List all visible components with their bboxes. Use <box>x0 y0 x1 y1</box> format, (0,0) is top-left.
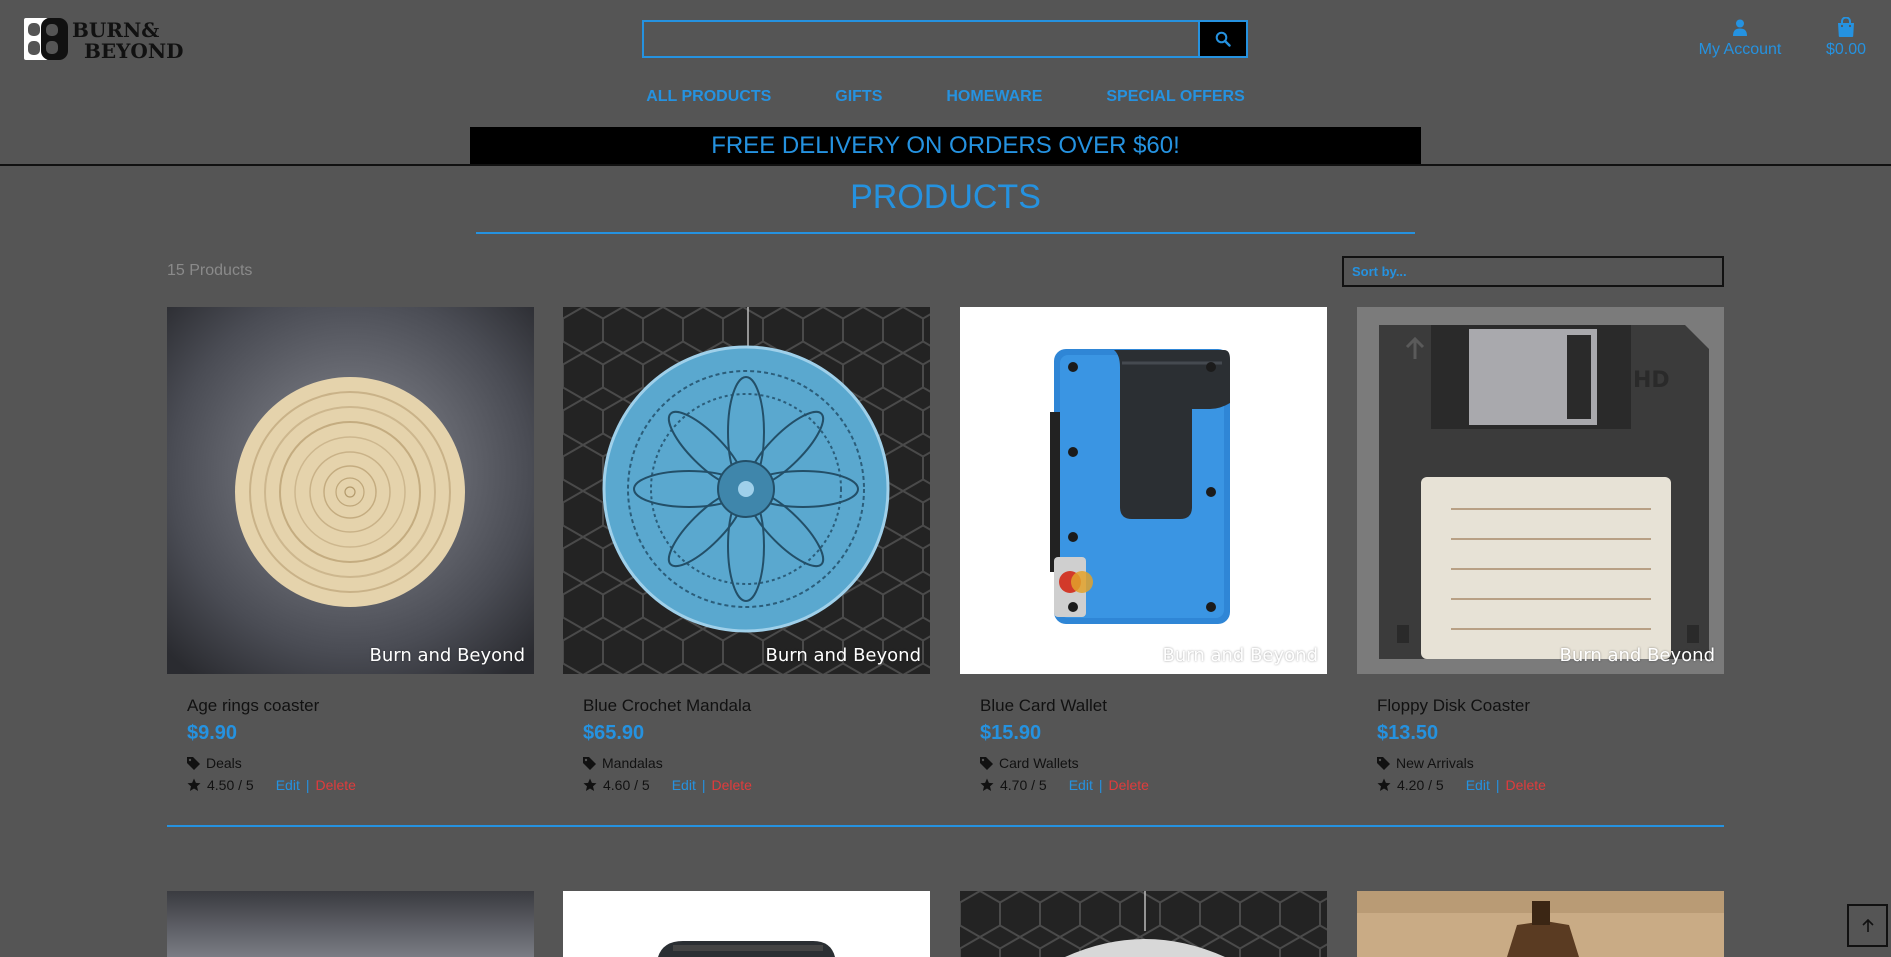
product-meta: 4.70 / 5 Edit | Delete <box>980 777 1327 793</box>
delete-link[interactable]: Delete <box>1505 777 1545 793</box>
product-card <box>960 891 1327 957</box>
link-separator: | <box>305 777 310 793</box>
product-card: Burn and Beyond Age rings coaster $9.90 … <box>167 307 534 793</box>
logo-text-line2: BEYOND <box>84 39 183 62</box>
edit-link[interactable]: Edit <box>1466 777 1490 793</box>
main-nav: ALL PRODUCTS GIFTS HOMEWARE SPECIAL OFFE… <box>0 88 1891 106</box>
product-price: $13.50 <box>1377 722 1439 744</box>
product-meta: 4.60 / 5 Edit | Delete <box>583 777 930 793</box>
product-name[interactable]: Blue Crochet Mandala <box>583 696 930 716</box>
delete-link[interactable]: Delete <box>1108 777 1148 793</box>
search-input[interactable] <box>642 20 1198 58</box>
product-name[interactable]: Blue Card Wallet <box>980 696 1327 716</box>
tag-icon <box>583 756 596 770</box>
product-thumbnail <box>960 891 1327 957</box>
product-image[interactable] <box>960 891 1327 957</box>
product-image[interactable] <box>167 891 534 957</box>
product-card <box>1357 891 1724 957</box>
floppy-coaster-image: HD <box>1357 307 1724 674</box>
product-image[interactable]: Burn and Beyond <box>167 307 534 674</box>
product-rating: 4.70 / 5 <box>1000 777 1047 793</box>
mandala-image <box>563 307 930 674</box>
product-thumbnail <box>167 891 534 957</box>
link-separator: | <box>1098 777 1103 793</box>
tag-icon <box>187 756 200 770</box>
site-header: BURN& BEYOND My Account $0.00 ALL PRODUC… <box>0 0 1891 166</box>
product-card: Burn and Beyond Blue Crochet Mandala $65… <box>563 307 930 793</box>
arrow-up-icon <box>1861 918 1874 932</box>
brand-logo[interactable]: BURN& BEYOND <box>24 16 206 62</box>
edit-link[interactable]: Edit <box>672 777 696 793</box>
star-icon <box>187 778 201 791</box>
product-image[interactable]: Burn and Beyond <box>960 307 1327 674</box>
link-separator: | <box>701 777 706 793</box>
image-watermark: Burn and Beyond <box>1559 645 1715 666</box>
scroll-to-top-button[interactable] <box>1847 904 1888 947</box>
page-title: PRODUCTS <box>850 178 1041 216</box>
wallet-image <box>960 307 1327 674</box>
product-image[interactable] <box>563 891 930 957</box>
product-price: $9.90 <box>187 722 238 744</box>
svg-text:HD: HD <box>1633 368 1670 393</box>
cart-link[interactable]: $0.00 <box>1818 16 1874 59</box>
my-account-label: My Account <box>1698 41 1782 58</box>
product-rating: 4.60 / 5 <box>603 777 650 793</box>
product-name[interactable]: Floppy Disk Coaster <box>1377 696 1724 716</box>
product-image[interactable]: HD Burn and Beyond <box>1357 307 1724 674</box>
tag-icon <box>1377 756 1390 770</box>
edit-link[interactable]: Edit <box>1069 777 1093 793</box>
nav-special-offers[interactable]: SPECIAL OFFERS <box>1106 88 1244 106</box>
coaster-image <box>167 307 534 674</box>
title-divider <box>476 232 1415 234</box>
product-category[interactable]: Card Wallets <box>980 755 1327 771</box>
tag-icon <box>980 756 993 770</box>
nav-gifts[interactable]: GIFTS <box>835 88 882 106</box>
delete-link[interactable]: Delete <box>315 777 355 793</box>
search-form <box>642 20 1248 58</box>
image-watermark: Burn and Beyond <box>1162 645 1318 666</box>
search-icon <box>1215 31 1231 47</box>
link-separator: | <box>1495 777 1500 793</box>
product-category[interactable]: Mandalas <box>583 755 930 771</box>
search-button[interactable] <box>1198 20 1248 58</box>
edit-link[interactable]: Edit <box>276 777 300 793</box>
product-category-label: Card Wallets <box>999 755 1079 771</box>
user-icon <box>1733 19 1747 36</box>
product-card: HD Burn and Beyond Floppy Disk Coaster $… <box>1357 307 1724 793</box>
product-category-label: New Arrivals <box>1396 755 1474 771</box>
product-name[interactable]: Age rings coaster <box>187 696 534 716</box>
cart-total: $0.00 <box>1825 41 1867 58</box>
delete-link[interactable]: Delete <box>711 777 751 793</box>
product-card: Burn and Beyond Blue Card Wallet $15.90 … <box>960 307 1327 793</box>
product-price: $65.90 <box>583 722 645 744</box>
my-account-link[interactable]: My Account <box>1690 16 1790 59</box>
product-meta: 4.50 / 5 Edit | Delete <box>187 777 534 793</box>
nav-all-products[interactable]: ALL PRODUCTS <box>646 88 771 106</box>
product-count: 15 Products <box>167 262 253 279</box>
product-image[interactable]: Burn and Beyond <box>563 307 930 674</box>
sort-select[interactable]: Sort by... <box>1342 256 1724 287</box>
product-rating: 4.20 / 5 <box>1397 777 1444 793</box>
product-image[interactable] <box>1357 891 1724 957</box>
shopping-bag-icon <box>1838 17 1854 37</box>
image-watermark: Burn and Beyond <box>765 645 921 666</box>
product-category[interactable]: Deals <box>187 755 534 771</box>
star-icon <box>583 778 597 791</box>
grid-divider <box>167 825 1724 827</box>
star-icon <box>980 778 994 791</box>
star-icon <box>1377 778 1391 791</box>
delivery-banner: FREE DELIVERY ON ORDERS OVER $60! <box>470 127 1421 164</box>
nav-homeware[interactable]: HOMEWARE <box>946 88 1042 106</box>
product-card <box>167 891 534 957</box>
product-category-label: Mandalas <box>602 755 663 771</box>
image-watermark: Burn and Beyond <box>369 645 525 666</box>
product-meta: 4.20 / 5 Edit | Delete <box>1377 777 1724 793</box>
product-thumbnail <box>563 891 930 957</box>
product-thumbnail <box>1357 891 1724 957</box>
product-card <box>563 891 930 957</box>
product-price: $15.90 <box>980 722 1042 744</box>
product-category[interactable]: New Arrivals <box>1377 755 1724 771</box>
product-category-label: Deals <box>206 755 242 771</box>
product-rating: 4.50 / 5 <box>207 777 254 793</box>
